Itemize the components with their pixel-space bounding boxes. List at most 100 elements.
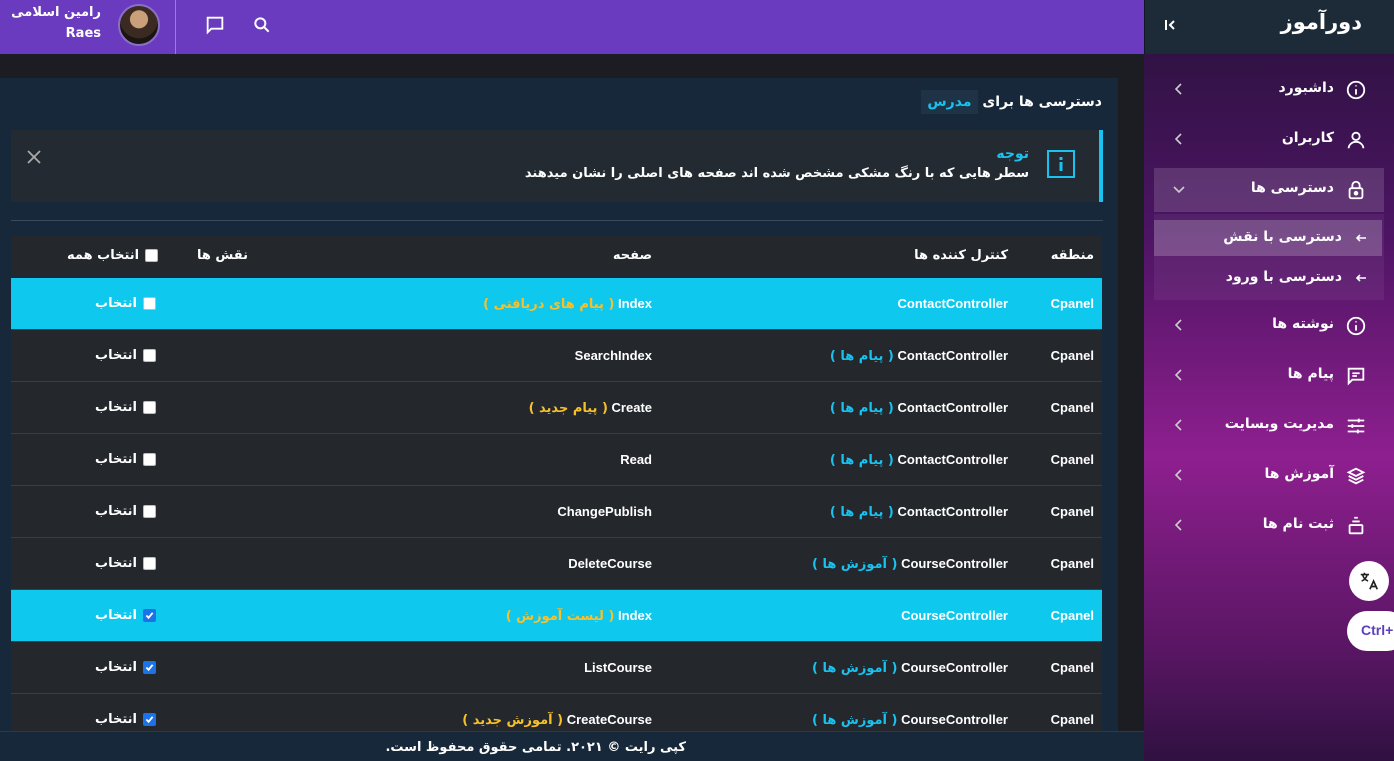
table-row: Cpanel CourseController ( آموزش ها ) Delet… (11, 538, 1102, 590)
sidebar-item-messages[interactable]: پیام ها (1154, 354, 1384, 398)
chat-icon[interactable] (202, 12, 228, 38)
row-checkbox[interactable] (142, 505, 156, 518)
cell-page: DeleteCourse (568, 556, 652, 572)
row-checkbox[interactable] (142, 349, 156, 362)
row-select-label: انتخاب (95, 608, 137, 623)
sidebar-item-dashboard[interactable]: داشبورد (1154, 68, 1384, 112)
sidebar-item-courses[interactable]: آموزش ها (1154, 454, 1384, 498)
page-tag: ( لیست آموزش ) (505, 609, 615, 624)
sidebar-item-posts[interactable]: نوشته ها (1154, 304, 1384, 348)
sidebar-item-site-management[interactable]: مدیریت وبسایت (1154, 404, 1384, 448)
brand-logo[interactable]: دورآموز (1281, 10, 1362, 34)
submenu-item-role-access[interactable]: دسترسی با نقش (1154, 220, 1382, 256)
user-profile[interactable]: رامین اسلامی Raes (0, 0, 176, 54)
info-icon (1047, 150, 1075, 178)
sidebar-item-users[interactable]: کاربران (1154, 118, 1384, 162)
sidebar-item-label: دسترسی ها (1250, 180, 1334, 196)
row-select[interactable]: انتخاب (95, 712, 156, 727)
cell-page: SearchIndex (575, 348, 652, 364)
cell-region: Cpanel (1050, 556, 1094, 571)
row-checkbox[interactable] (142, 557, 156, 570)
layers-icon (1344, 464, 1368, 488)
row-select-label: انتخاب (95, 556, 137, 571)
translate-icon[interactable] (1349, 561, 1389, 601)
controller-name: CourseController (901, 556, 1008, 571)
row-select-label: انتخاب (95, 296, 137, 311)
cell-controller: ContactController (898, 296, 1009, 312)
avatar[interactable] (118, 4, 160, 46)
sidebar-item-label: نوشته ها (1272, 316, 1334, 332)
page-name: Create (611, 400, 652, 415)
controller-tag: ( پیام ها ) (829, 453, 894, 468)
cell-region: Cpanel (1050, 452, 1094, 467)
close-icon[interactable] (25, 148, 43, 166)
user-role: Raes (65, 26, 101, 41)
message-icon (1344, 364, 1368, 388)
chevron-left-icon (1172, 518, 1186, 532)
sidebar-item-label: ثبت نام ها (1262, 516, 1334, 532)
select-all[interactable]: انتخاب همه (67, 248, 159, 263)
header-page: صفحه (612, 248, 652, 263)
cell-controller: ContactController ( پیام ها ) (830, 504, 1008, 520)
row-select[interactable]: انتخاب (95, 296, 156, 311)
page-tag: ( آموزش جدید ) (462, 713, 564, 728)
sidebar-item-label: پیام ها (1287, 366, 1334, 382)
page-name: CreateCourse (566, 712, 652, 727)
sidebar-item-label: مدیریت وبسایت (1224, 416, 1334, 432)
row-checkbox[interactable] (142, 661, 156, 674)
sidebar-item-registrations[interactable]: ثبت نام ها (1154, 504, 1384, 548)
table-row: Cpanel ContactController ( پیام ها ) Read … (11, 434, 1102, 486)
submenu-item-login-access[interactable]: دسترسی با ورود (1154, 260, 1382, 296)
cell-region: Cpanel (1050, 504, 1094, 519)
row-checkbox[interactable] (142, 609, 156, 622)
row-checkbox[interactable] (142, 401, 156, 414)
cell-controller: CourseController ( آموزش ها ) (812, 556, 1008, 572)
row-select[interactable]: انتخاب (95, 660, 156, 675)
ctrl-shortcut-button[interactable]: Ctrl+ (1347, 611, 1394, 651)
page-name: ListCourse (584, 660, 652, 675)
table-row: Cpanel CourseController ( آموزش ها ) ListC… (11, 642, 1102, 694)
row-checkbox[interactable] (142, 453, 156, 466)
row-select[interactable]: انتخاب (95, 348, 156, 363)
controller-tag: ( آموزش ها ) (812, 557, 898, 572)
info-icon (1344, 78, 1368, 102)
row-select[interactable]: انتخاب (95, 556, 156, 571)
page-name: Index (618, 608, 652, 623)
cell-region: Cpanel (1050, 608, 1094, 623)
controller-name: CourseController (901, 608, 1008, 623)
controller-name: CourseController (901, 660, 1008, 675)
search-icon[interactable] (249, 12, 275, 38)
row-select[interactable]: انتخاب (95, 608, 156, 623)
controller-name: CourseController (901, 712, 1008, 727)
cell-controller: CourseController ( آموزش ها ) (812, 712, 1008, 728)
row-select-label: انتخاب (95, 712, 137, 727)
select-all-checkbox[interactable] (145, 249, 159, 262)
cell-page: ListCourse (584, 660, 652, 676)
info-icon (1344, 314, 1368, 338)
row-select-label: انتخاب (95, 660, 137, 675)
row-checkbox[interactable] (142, 713, 156, 726)
row-select[interactable]: انتخاب (95, 452, 156, 467)
lock-icon (1344, 178, 1368, 202)
submenu-item-label: دسترسی با نقش (1223, 229, 1342, 245)
arrow-left-icon (1354, 271, 1368, 285)
cell-controller: CourseController ( آموزش ها ) (812, 660, 1008, 676)
collapse-sidebar-icon[interactable] (1159, 14, 1181, 36)
controller-tag: ( آموزش ها ) (812, 661, 898, 676)
page-tag: ( پیام جدید ) (528, 401, 608, 416)
row-select[interactable]: انتخاب (95, 400, 156, 415)
alert-title: توجه (996, 146, 1029, 162)
controller-tag: ( آموزش ها ) (812, 713, 898, 728)
table-row: Cpanel ContactController ( پیام ها ) Creat… (11, 382, 1102, 434)
sidebar-item-permissions[interactable]: دسترسی ها (1154, 168, 1384, 212)
cell-region: Cpanel (1050, 296, 1094, 311)
chevron-left-icon (1172, 468, 1186, 482)
page-tag: ( پیام های دریافتی ) (483, 297, 615, 312)
chevron-left-icon (1172, 132, 1186, 146)
submenu-item-label: دسترسی با ورود (1225, 269, 1342, 285)
user-name: رامین اسلامی (11, 5, 101, 20)
row-checkbox[interactable] (142, 297, 156, 310)
row-select[interactable]: انتخاب (95, 504, 156, 519)
sliders-icon (1344, 414, 1368, 438)
select-all-label: انتخاب همه (67, 248, 140, 263)
